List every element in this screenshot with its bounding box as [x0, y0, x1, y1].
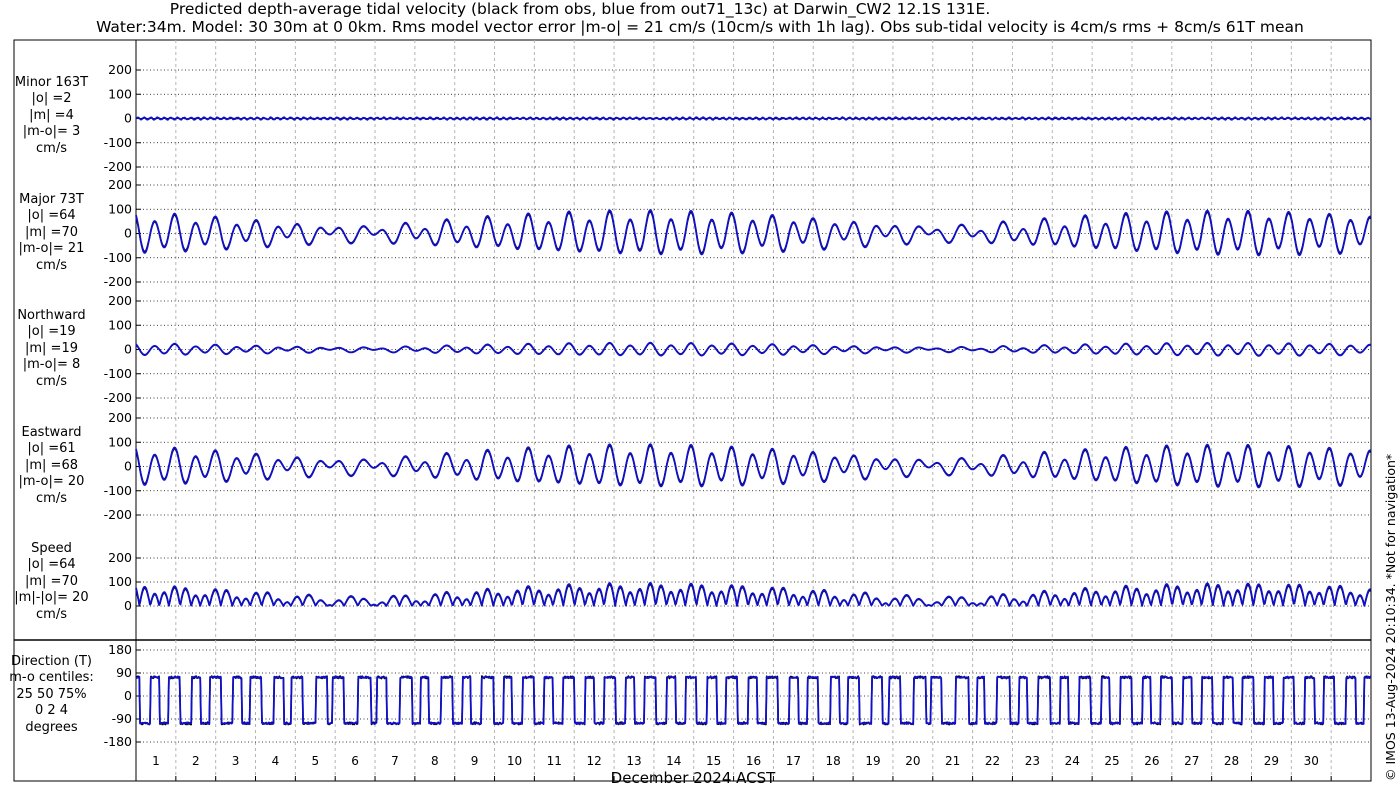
x-tick-label: 4 [272, 754, 280, 768]
x-tick-label: 14 [666, 754, 681, 768]
x-tick-label: 9 [471, 754, 479, 768]
series-line-northward-model [135, 341, 1372, 357]
x-tick-label: 25 [1104, 754, 1119, 768]
x-tick-label: 10 [507, 754, 522, 768]
series-line-eastward-model [135, 443, 1372, 489]
y-tick-label: 200 [108, 293, 132, 308]
tidal-velocity-chart: 1 2 3 4 5 6 7 8 9 10 11 12 13 14 15 16 17 18 19 20 21 22 23 24 2… [13, 39, 1372, 787]
x-tick-label: 6 [351, 754, 359, 768]
series-line-direction-model [135, 675, 1372, 725]
y-tick-label: -100 [104, 250, 132, 265]
y-tick-label: 0 [124, 226, 132, 241]
x-tick-label: 30 [1304, 754, 1319, 768]
x-tick-label: 2 [192, 754, 200, 768]
y-tick-label: -200 [104, 159, 132, 174]
y-tick-label: -90 [112, 711, 132, 726]
y-tick-label: 0 [124, 111, 132, 126]
series-line-speed-model [135, 582, 1372, 607]
x-tick-label: 8 [431, 754, 439, 768]
x-tick-label: 13 [626, 754, 641, 768]
x-tick-label: 29 [1264, 754, 1279, 768]
x-tick-label: 5 [311, 754, 319, 768]
y-tick-label: 0 [124, 688, 132, 703]
y-tick-label: 100 [108, 86, 132, 101]
x-tick-label: 26 [1144, 754, 1159, 768]
series-line-eastward-obs [135, 444, 1372, 487]
copyright-note: © IMOS 13-Aug-2024 20:10:34. *Not for na… [1383, 453, 1398, 781]
x-tick-label: 18 [826, 754, 841, 768]
y-tick-label: 100 [108, 201, 132, 216]
y-tick-label: -200 [104, 390, 132, 405]
y-tick-label: -100 [104, 135, 132, 150]
y-tick-label: 200 [108, 62, 132, 77]
y-tick-label: 100 [108, 434, 132, 449]
x-tick-label: 16 [746, 754, 761, 768]
series-line-major-obs [135, 211, 1372, 255]
y-tick-label: 180 [108, 642, 132, 657]
y-tick-label: 100 [108, 574, 132, 589]
x-tick-label: 12 [587, 754, 602, 768]
x-tick-label: 19 [865, 754, 880, 768]
outer-frame [13, 39, 1372, 782]
x-tick-label: 27 [1184, 754, 1199, 768]
y-tick-label: 0 [124, 342, 132, 357]
y-tick-label: -180 [104, 734, 132, 749]
x-tick-label: 21 [945, 754, 960, 768]
y-tick-label: -100 [104, 483, 132, 498]
y-tick-label: -200 [104, 507, 132, 522]
y-tick-label: -200 [104, 274, 132, 289]
y-tick-label: 90 [116, 665, 132, 680]
x-tick-label: 11 [547, 754, 562, 768]
x-tick-label: 28 [1224, 754, 1239, 768]
y-tick-label: 200 [108, 410, 132, 425]
x-axis-label: December 2024 ACST [611, 769, 776, 787]
x-tick-label: 23 [1025, 754, 1040, 768]
x-tick-label: 15 [706, 754, 721, 768]
series-line-major-model [135, 209, 1372, 257]
x-tick-label: 17 [786, 754, 801, 768]
x-tick-label: 1 [152, 754, 160, 768]
y-tick-label: 100 [108, 317, 132, 332]
y-tick-label: 0 [124, 598, 132, 613]
y-tick-label: 0 [124, 459, 132, 474]
x-tick-label: 7 [391, 754, 399, 768]
x-tick-label: 22 [985, 754, 1000, 768]
series-line-direction-obs [135, 675, 1372, 726]
x-tick-label: 3 [232, 754, 240, 768]
y-tick-label: -100 [104, 366, 132, 381]
series-line-minor-model [135, 116, 1372, 121]
x-tick-label: 20 [905, 754, 920, 768]
y-tick-label: 200 [108, 177, 132, 192]
y-tick-label: 200 [108, 550, 132, 565]
x-tick-label: 24 [1065, 754, 1080, 768]
